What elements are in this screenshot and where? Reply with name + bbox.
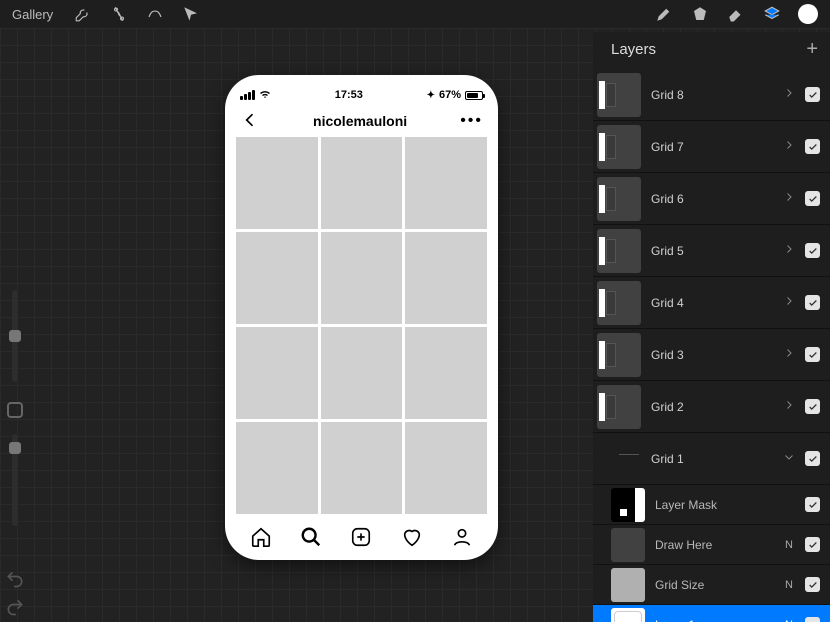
gallery-button[interactable]: Gallery [12,7,53,22]
sublayer-layer-mask[interactable]: Layer Mask [593,485,830,525]
chevron-right-icon [783,243,795,258]
visibility-checkbox[interactable] [805,497,820,512]
visibility-checkbox[interactable] [805,617,820,622]
visibility-checkbox[interactable] [805,243,820,258]
back-icon [240,110,260,133]
profile-icon [451,526,473,548]
sublayer-grid-size[interactable]: Grid Size N [593,565,830,605]
chevron-right-icon [783,295,795,310]
chevron-right-icon [783,139,795,154]
layer-group-grid8[interactable]: Grid 8 [593,69,830,121]
phone-status-bar: 17:53 ✦ 67% [236,85,487,105]
redo-icon[interactable] [5,597,25,617]
eyedropper-button[interactable] [7,402,23,418]
grid-cell [321,327,403,419]
bluetooth-icon: ✦ [427,90,435,101]
visibility-checkbox[interactable] [805,191,820,206]
instagram-grid [236,137,487,514]
visibility-checkbox[interactable] [805,347,820,362]
undo-icon[interactable] [5,569,25,589]
grid-cell [405,327,487,419]
search-icon [300,526,322,548]
layer-group-grid1[interactable]: Grid 1 [593,433,830,485]
visibility-checkbox[interactable] [805,451,820,466]
home-icon [250,526,272,548]
layer-group-grid7[interactable]: Grid 7 [593,121,830,173]
selection-icon[interactable] [145,4,165,24]
grid-cell [405,422,487,514]
grid-cell [321,422,403,514]
add-layer-button[interactable]: + [806,38,818,61]
grid-cell [405,232,487,324]
grid-cell [236,327,318,419]
brush-icon[interactable] [654,4,674,24]
grid-cell [321,232,403,324]
grid-cell [236,422,318,514]
move-icon[interactable] [181,4,201,24]
sublayer-draw-here[interactable]: Draw Here N [593,525,830,565]
chevron-right-icon [783,399,795,414]
heart-icon [401,526,423,548]
visibility-checkbox[interactable] [805,87,820,102]
battery-percent: 67% [439,89,461,101]
visibility-checkbox[interactable] [805,295,820,310]
smudge-icon[interactable] [690,4,710,24]
opacity-slider[interactable] [12,434,18,526]
sublayer-layer-1[interactable]: Layer 1 N [593,605,830,622]
brush-size-slider[interactable] [12,290,18,382]
battery-icon [465,91,483,100]
phone-mockup: 17:53 ✦ 67% nicolemauloni ••• [225,75,498,560]
grid-cell [321,137,403,229]
color-picker-circle[interactable] [798,4,818,24]
signal-icon [240,90,255,100]
wifi-icon [259,88,271,103]
grid-cell [405,137,487,229]
layer-group-grid3[interactable]: Grid 3 [593,329,830,381]
chevron-right-icon [783,191,795,206]
profile-username: nicolemauloni [313,113,407,129]
grid-cell [236,137,318,229]
left-sliders [6,290,24,526]
layer-group-grid5[interactable]: Grid 5 [593,225,830,277]
layers-panel: Layers + Grid 8 Grid 7 Grid 6 Grid 5 Gri… [593,32,830,622]
eraser-icon[interactable] [726,4,746,24]
bottom-nav [236,514,487,554]
adjustments-icon[interactable] [109,4,129,24]
chevron-down-icon [783,451,795,466]
layers-icon[interactable] [762,4,782,24]
more-icon: ••• [460,112,483,130]
add-post-icon [350,526,372,548]
wrench-icon[interactable] [73,4,93,24]
visibility-checkbox[interactable] [805,399,820,414]
visibility-checkbox[interactable] [805,577,820,592]
layer-group-grid2[interactable]: Grid 2 [593,381,830,433]
chevron-right-icon [783,347,795,362]
layer-group-grid4[interactable]: Grid 4 [593,277,830,329]
visibility-checkbox[interactable] [805,537,820,552]
grid-cell [236,232,318,324]
phone-time: 17:53 [335,89,363,101]
layers-title: Layers [611,41,656,58]
visibility-checkbox[interactable] [805,139,820,154]
layer-group-grid6[interactable]: Grid 6 [593,173,830,225]
top-toolbar: Gallery [0,0,830,28]
chevron-right-icon [783,87,795,102]
